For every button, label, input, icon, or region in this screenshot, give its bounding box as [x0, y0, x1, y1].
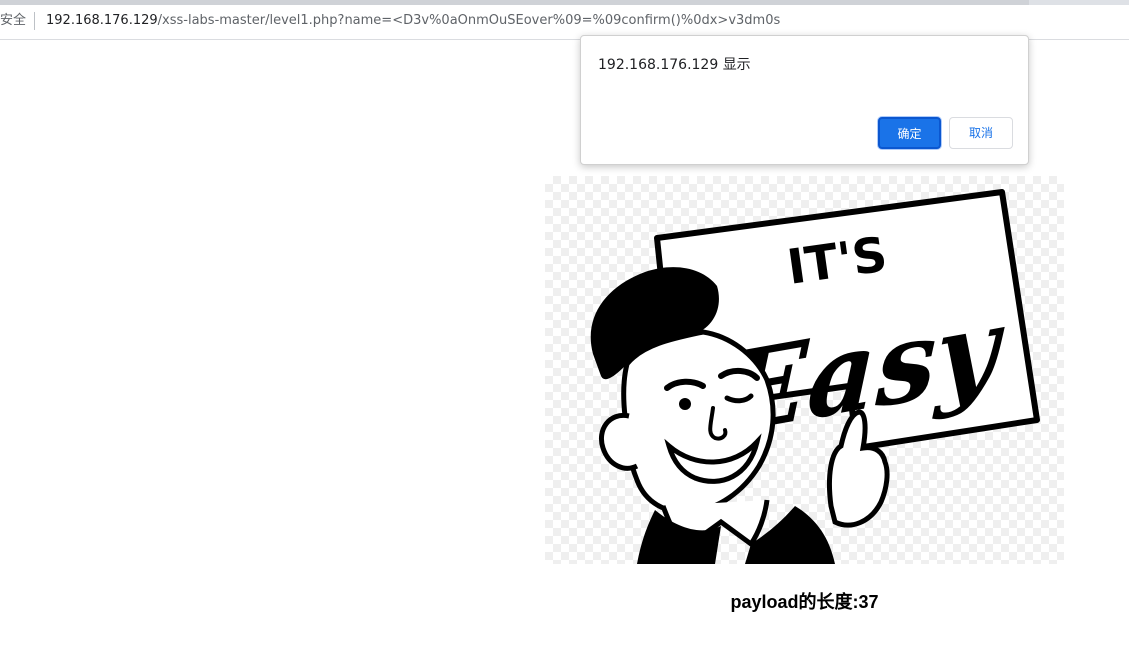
dialog-title: 192.168.176.129 显示: [598, 57, 751, 73]
its-easy-illustration: IT'S Easy: [590, 189, 1040, 564]
browser-address-bar: 安全 192.168.176.129/xss-labs-master/level…: [0, 0, 1129, 40]
its-easy-image: IT'S Easy: [545, 176, 1064, 564]
address-separator: [34, 12, 35, 30]
url-path: /xss-labs-master/level1.php?name=<D3v%0a…: [157, 13, 781, 28]
tab-strip: [0, 0, 1129, 5]
ok-button[interactable]: 确定: [878, 117, 941, 149]
man-left-eye: [679, 398, 691, 410]
url-field[interactable]: 192.168.176.129/xss-labs-master/level1.p…: [46, 12, 780, 30]
payload-length-text: payload的长度:37: [730, 592, 879, 612]
url-host: 192.168.176.129: [46, 13, 158, 28]
man-face: [621, 329, 776, 515]
security-indicator[interactable]: 安全: [0, 12, 26, 30]
cancel-button[interactable]: 取消: [949, 117, 1013, 149]
tab-strip-active-edge: [0, 0, 1029, 5]
confirm-dialog: 192.168.176.129 显示 确定 取消: [580, 35, 1029, 165]
